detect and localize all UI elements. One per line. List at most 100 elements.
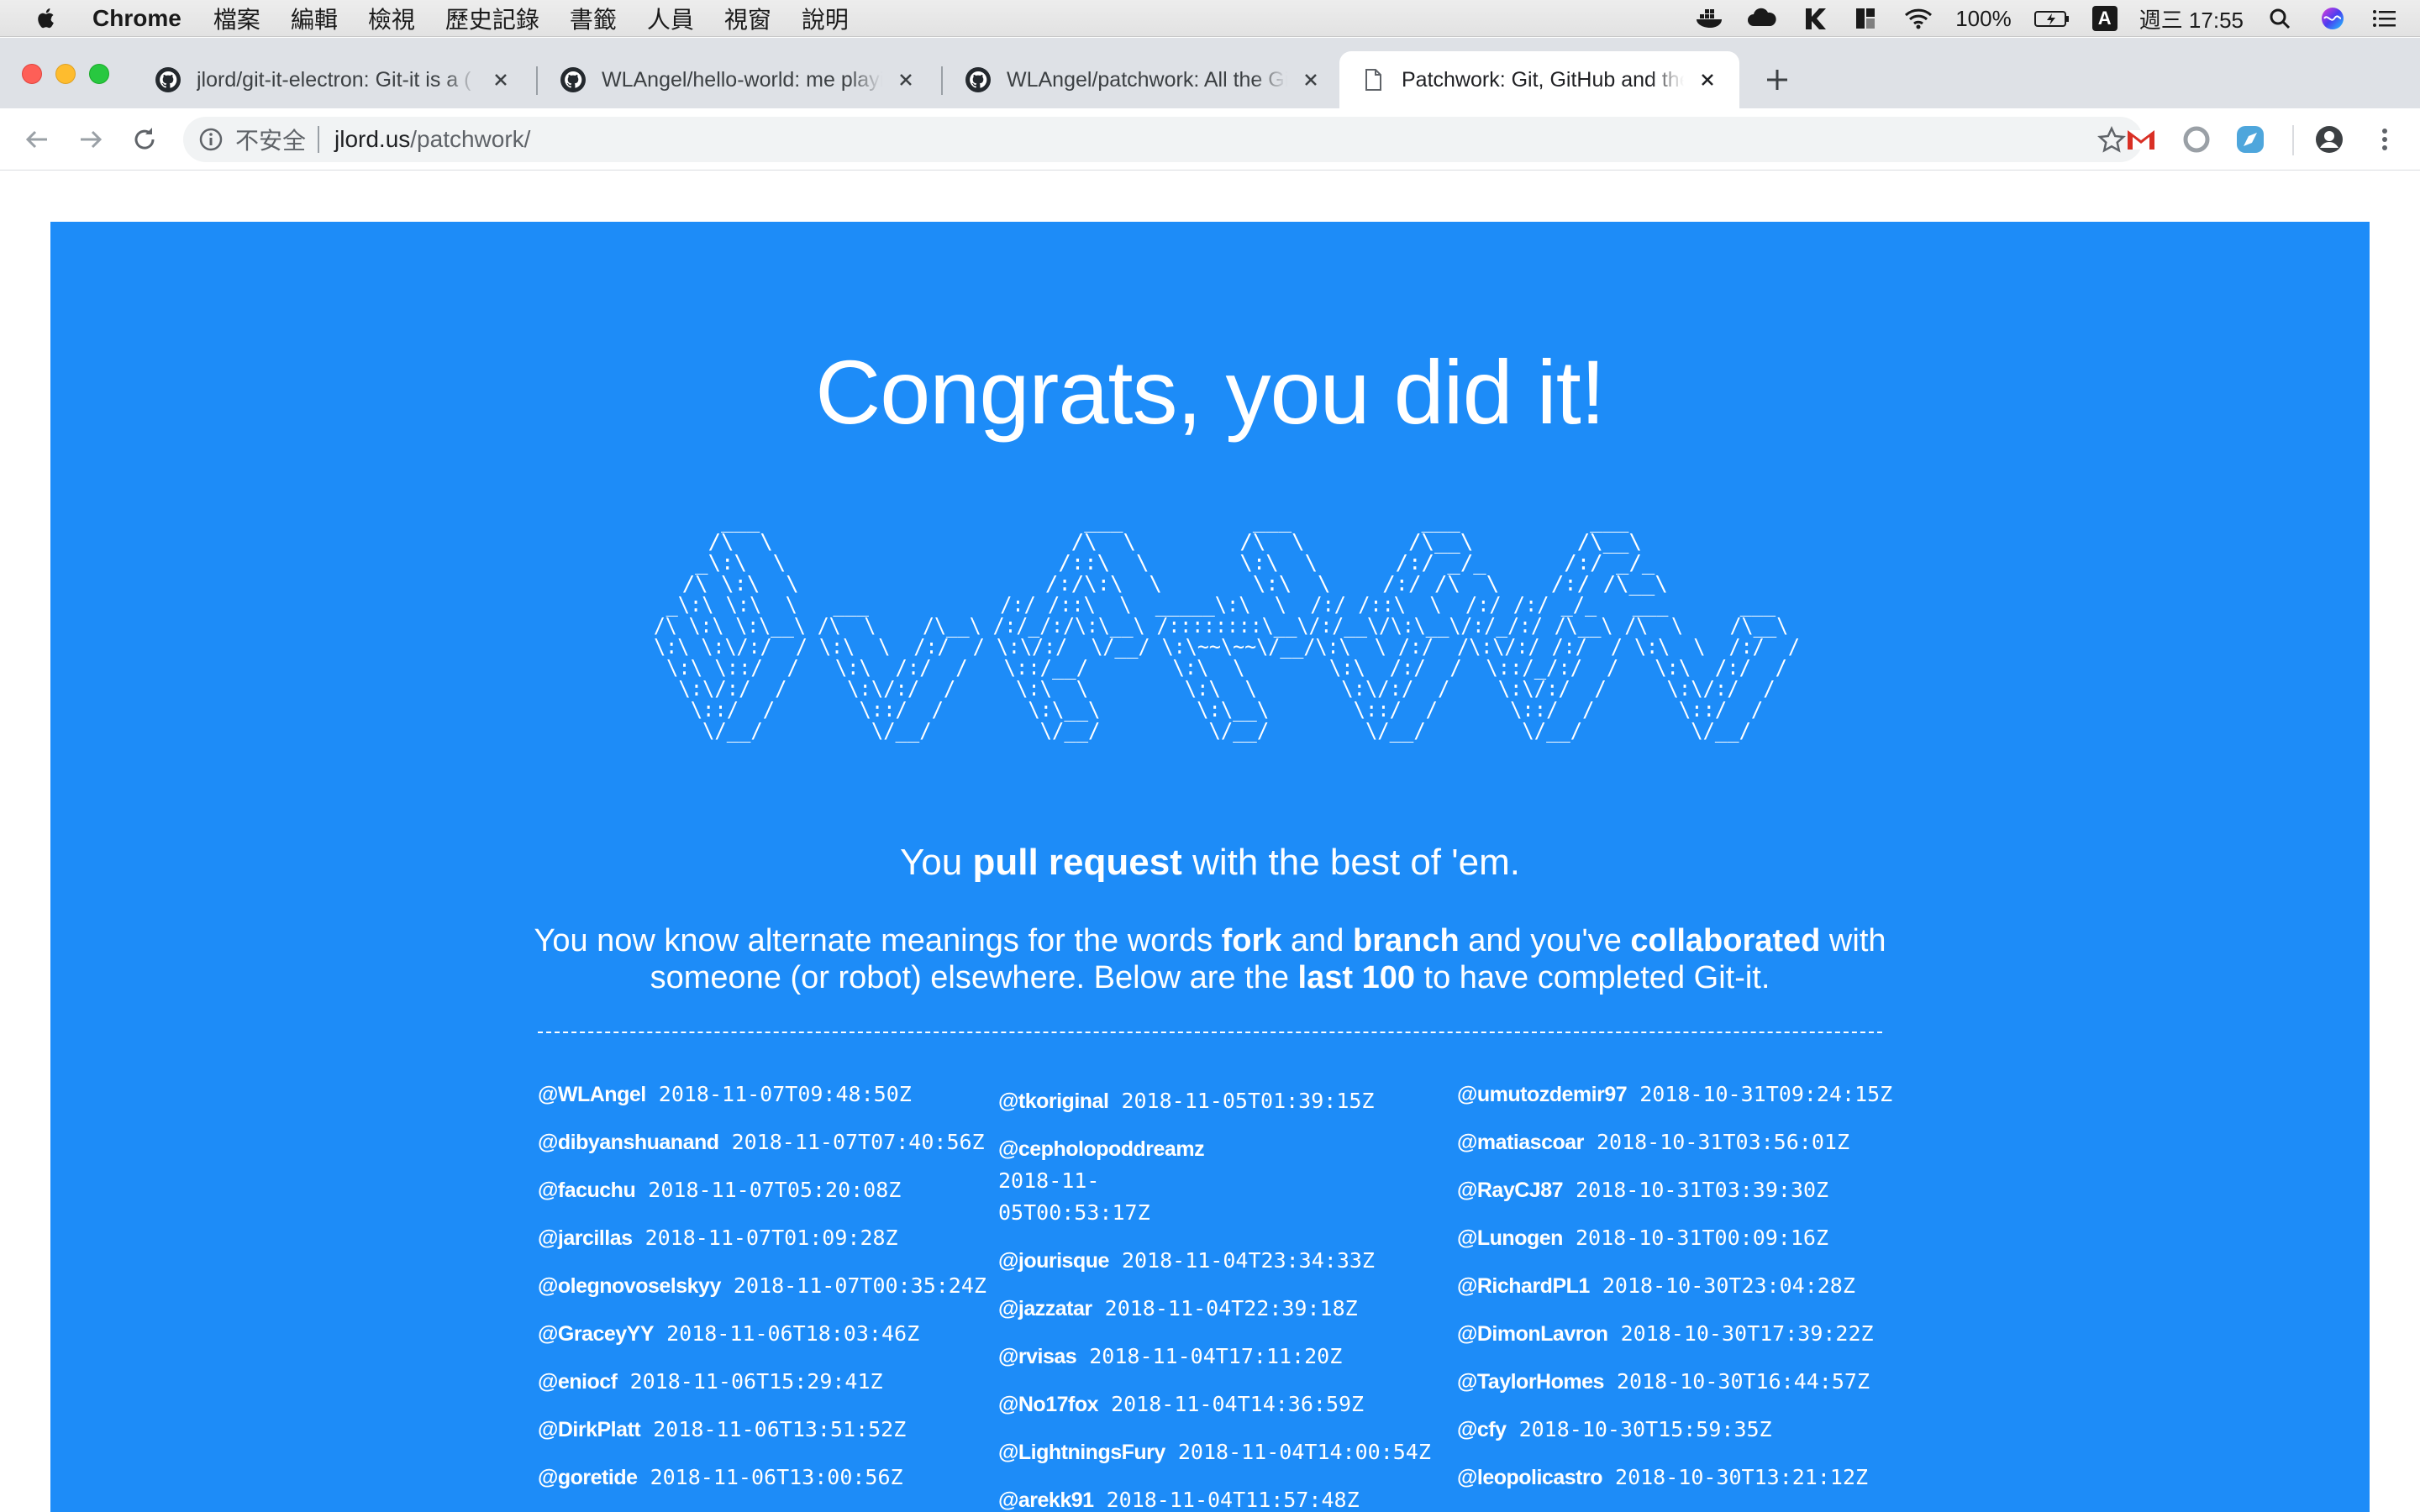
search-icon[interactable] xyxy=(2265,6,2296,31)
completion-entry: @Lunogen 2018-10-31T00:09:16Z xyxy=(1457,1222,1911,1254)
completion-entry: @arekk91 2018-11-04T11:57:48Z xyxy=(998,1484,1452,1512)
menu-people[interactable]: 人員 xyxy=(647,2,694,35)
completion-username-link[interactable]: @RayCJ87 xyxy=(1457,1179,1564,1202)
info-icon[interactable] xyxy=(198,127,224,152)
completion-username-link[interactable]: @dibyanshuanand xyxy=(538,1131,719,1154)
tab-patchwork-repo[interactable]: WLAngel/patchwork: All the Git xyxy=(944,51,1343,108)
completion-username-link[interactable]: @RichardPL1 xyxy=(1457,1274,1590,1298)
completions-list: @WLAngel 2018-11-07T09:48:50Z @dibyanshua… xyxy=(538,1079,1916,1512)
menu-file[interactable]: 檔案 xyxy=(213,2,260,35)
close-icon[interactable] xyxy=(894,68,918,92)
menu-window[interactable]: 視窗 xyxy=(724,2,771,35)
tab-hello-world[interactable]: WLAngel/hello-world: me playin xyxy=(539,51,938,108)
bookmark-star-icon[interactable] xyxy=(2097,126,2126,155)
ascii-art-banner: ___ ___ ___ ___ ___ /\ \ /\ \ /\ \ /\__\… xyxy=(630,508,1823,743)
completion-username-link[interactable]: @DimonLavron xyxy=(1457,1322,1608,1346)
wifi-icon[interactable] xyxy=(1903,6,1933,31)
completion-username-link[interactable]: @jazzatar xyxy=(998,1297,1092,1320)
grid-icon[interactable] xyxy=(1851,6,1881,31)
close-icon[interactable] xyxy=(1696,68,1719,92)
completion-timestamp: 2018-11-04T14:36:59Z xyxy=(1111,1392,1365,1416)
completion-username-link[interactable]: @goretide xyxy=(538,1466,638,1489)
menu-help[interactable]: 說明 xyxy=(802,2,849,35)
menu-extras: 100% A 週三 17:55 xyxy=(1695,0,2400,37)
completion-username-link[interactable]: @DirkPlatt xyxy=(538,1418,641,1441)
address-bar[interactable]: 不安全 jlord.us/patchwork/ xyxy=(183,117,2143,162)
completion-username-link[interactable]: @eniocf xyxy=(538,1370,618,1394)
tagline-pre: You xyxy=(899,842,973,883)
docker-icon[interactable] xyxy=(1695,6,1725,31)
new-tab-button[interactable] xyxy=(1762,65,1792,95)
tab-patchwork-active[interactable]: Patchwork: Git, GitHub and the xyxy=(1339,51,1739,108)
menu-history[interactable]: 歷史記錄 xyxy=(445,2,539,35)
completion-username-link[interactable]: @tkoriginal xyxy=(998,1089,1109,1113)
completion-username-link[interactable]: @olegnovoselskyy xyxy=(538,1274,721,1298)
completion-timestamp: 2018-10-31T03:56:01Z xyxy=(1596,1130,1849,1154)
completion-timestamp: 2018-11-07T05:20:08Z xyxy=(648,1178,902,1202)
completion-username-link[interactable]: @rvisas xyxy=(998,1345,1077,1368)
completion-timestamp: 2018-11-07T09:48:50Z xyxy=(658,1082,912,1106)
completion-username-link[interactable]: @facuchu xyxy=(538,1179,636,1202)
menu-bookmarks[interactable]: 書籤 xyxy=(570,2,617,35)
profile-avatar-icon[interactable] xyxy=(2312,123,2346,156)
close-icon[interactable] xyxy=(489,68,513,92)
congrats-panel: Congrats, you did it! ___ ___ ___ ___ __… xyxy=(50,222,2370,1512)
completion-timestamp: 2018-11-04T17:11:20Z xyxy=(1089,1344,1343,1368)
cloud-icon[interactable] xyxy=(1747,6,1777,31)
k-icon[interactable] xyxy=(1799,6,1829,31)
forward-button[interactable] xyxy=(74,123,108,156)
tab-divider xyxy=(941,66,943,95)
omnibox-divider xyxy=(318,126,320,153)
close-icon[interactable] xyxy=(1299,68,1323,92)
security-label[interactable]: 不安全 xyxy=(235,123,306,156)
completion-timestamp: 2018-11-07T07:40:56Z xyxy=(731,1130,985,1154)
completion-username-link[interactable]: @Lunogen xyxy=(1457,1226,1563,1250)
completion-username-link[interactable]: @No17fox xyxy=(998,1393,1099,1416)
completion-entry: @TaylorHomes 2018-10-30T16:44:57Z xyxy=(1457,1366,1911,1398)
back-button[interactable] xyxy=(20,123,54,156)
completion-username-link[interactable]: @cepholopoddreamz xyxy=(998,1137,1205,1161)
completion-entry: @cepholopoddreamz 2018-11-05T00:53:17Z xyxy=(998,1133,1250,1229)
tab-git-it-electron[interactable]: jlord/git-it-electron: Git-it is a ( xyxy=(134,51,533,108)
window-close-button[interactable] xyxy=(22,64,42,84)
list-icon[interactable] xyxy=(2370,6,2400,31)
completion-username-link[interactable]: @leopolicastro xyxy=(1457,1466,1602,1489)
completion-username-link[interactable]: @matiascoar xyxy=(1457,1131,1584,1154)
window-zoom-button[interactable] xyxy=(89,64,109,84)
completion-entry: @rvisas 2018-11-04T17:11:20Z xyxy=(998,1341,1452,1373)
completion-username-link[interactable]: @TaylorHomes xyxy=(1457,1370,1604,1394)
siri-icon[interactable] xyxy=(2317,6,2348,31)
tab-strip: jlord/git-it-electron: Git-it is a ( WLA… xyxy=(0,38,2420,108)
completion-timestamp: 2018-11-07T00:35:24Z xyxy=(733,1273,986,1298)
completion-entry: @RichardPL1 2018-10-30T23:04:28Z xyxy=(1457,1270,1911,1302)
extension-compass-icon[interactable] xyxy=(2233,123,2267,156)
completion-entry: @olegnovoselskyy 2018-11-07T00:35:24Z xyxy=(538,1270,992,1302)
completion-entry: @DirkPlatt 2018-11-06T13:51:52Z xyxy=(538,1414,992,1446)
tagline-post: with the best of 'em. xyxy=(1181,842,1520,883)
apple-icon[interactable] xyxy=(34,5,59,32)
browser-toolbar: 不安全 jlord.us/patchwork/ xyxy=(0,108,2420,171)
window-minimize-button[interactable] xyxy=(55,64,76,84)
extension-circle-icon[interactable] xyxy=(2180,123,2213,156)
intro-bold-branch: branch xyxy=(1352,923,1460,958)
menu-clock[interactable]: 週三 17:55 xyxy=(2139,3,2244,34)
completion-username-link[interactable]: @arekk91 xyxy=(998,1488,1094,1512)
completion-username-link[interactable]: @umutozdemir97 xyxy=(1457,1083,1628,1106)
menu-app-name[interactable]: Chrome xyxy=(92,5,182,32)
completion-username-link[interactable]: @GraceyYY xyxy=(538,1322,655,1346)
completion-timestamp: 2018-10-30T17:39:22Z xyxy=(1620,1321,1874,1346)
gmail-icon[interactable] xyxy=(2124,123,2158,156)
tab-title: Patchwork: Git, GitHub and the xyxy=(1402,67,1684,92)
battery-icon[interactable] xyxy=(2033,6,2070,31)
input-source[interactable]: A xyxy=(2091,6,2118,31)
reload-button[interactable] xyxy=(128,123,161,156)
completion-username-link[interactable]: @WLAngel xyxy=(538,1083,646,1106)
menu-edit[interactable]: 編輯 xyxy=(291,2,338,35)
completion-username-link[interactable]: @jarcillas xyxy=(538,1226,633,1250)
completion-username-link[interactable]: @LightningsFury xyxy=(998,1441,1165,1464)
menu-view[interactable]: 檢視 xyxy=(368,2,415,35)
completion-username-link[interactable]: @cfy xyxy=(1457,1418,1507,1441)
completion-timestamp: 2018-10-30T15:59:35Z xyxy=(1518,1417,1772,1441)
completion-username-link[interactable]: @jourisque xyxy=(998,1249,1109,1273)
more-menu-icon[interactable] xyxy=(2368,123,2402,156)
